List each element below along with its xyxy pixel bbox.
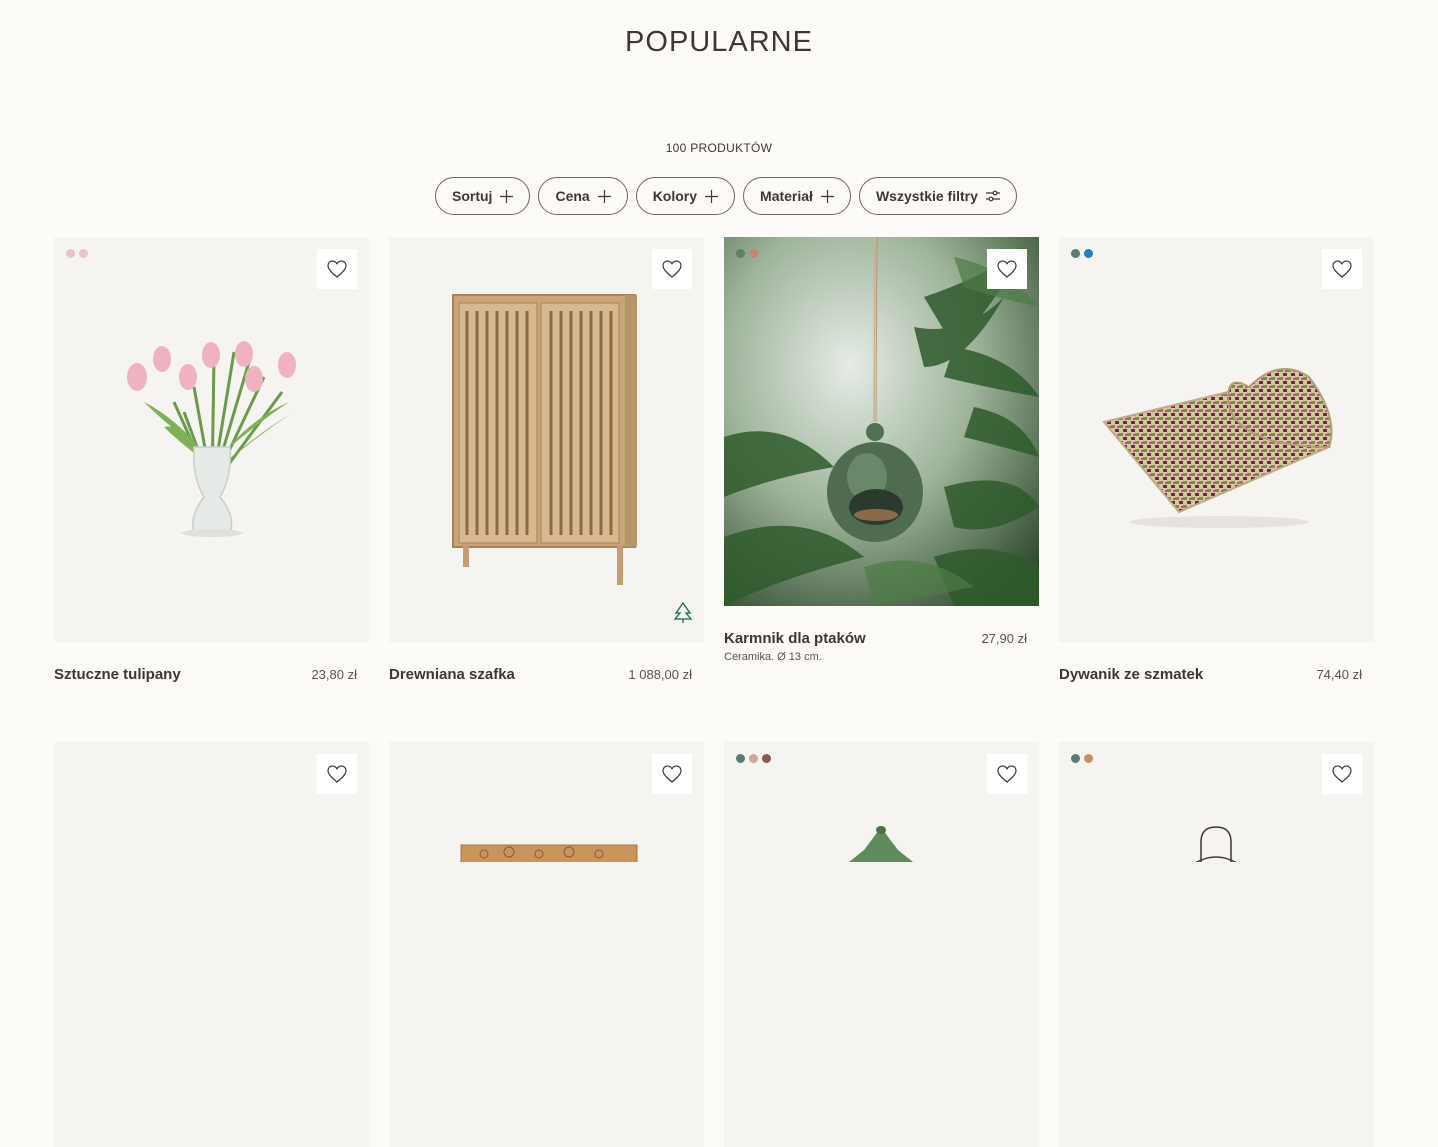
ceramic-roof-illustration	[848, 826, 914, 862]
heart-icon	[997, 260, 1017, 278]
all-filters-label: Wszystkie filtry	[875, 188, 978, 204]
fsc-tree-icon	[673, 601, 693, 623]
product-card[interactable]	[724, 742, 1039, 1147]
wishlist-button[interactable]	[317, 754, 357, 794]
sliders-icon	[985, 190, 1000, 202]
wishlist-button[interactable]	[987, 249, 1027, 289]
product-image[interactable]	[1059, 742, 1374, 1147]
plus-icon	[705, 189, 719, 203]
colors-filter-button[interactable]: Kolory	[635, 177, 736, 215]
product-price: 27,90 zł	[981, 631, 1027, 646]
product-card[interactable]	[389, 742, 704, 1147]
color-swatches	[736, 249, 758, 258]
product-subtitle: Ceramika. Ø 13 cm.	[724, 651, 822, 663]
product-card[interactable]	[1059, 742, 1374, 1147]
tulips-illustration	[127, 341, 296, 537]
plus-icon	[820, 189, 834, 203]
product-name[interactable]: Drewniana szafka	[389, 666, 515, 683]
heart-icon	[327, 765, 347, 783]
price-filter-label: Cena	[555, 188, 590, 204]
product-image[interactable]	[54, 237, 369, 642]
fsc-badge	[672, 601, 694, 630]
product-price: 23,80 zł	[311, 667, 357, 682]
color-swatch[interactable]	[749, 249, 758, 258]
lantern-illustration	[1195, 826, 1237, 862]
color-swatch[interactable]	[736, 249, 745, 258]
all-filters-button[interactable]: Wszystkie filtry	[858, 177, 1017, 215]
product-name[interactable]: Sztuczne tulipany	[54, 666, 181, 683]
product-image[interactable]	[1059, 237, 1374, 642]
material-filter-button[interactable]: Materiał	[743, 177, 851, 215]
sort-label: Sortuj	[452, 188, 493, 204]
plus-icon	[500, 189, 514, 203]
product-image[interactable]	[389, 742, 704, 1147]
colors-filter-label: Kolory	[652, 188, 698, 204]
product-image[interactable]	[724, 237, 1039, 606]
product-card[interactable]: Drewniana szafka 1 088,00 zł	[389, 237, 704, 683]
bird-feeder-photo	[724, 237, 1039, 606]
wooden-board-illustration	[460, 844, 638, 862]
page-title: POPULARNE	[625, 26, 813, 58]
product-card[interactable]: Dywanik ze szmatek 74,40 zł	[1059, 237, 1374, 683]
product-card[interactable]: Sztuczne tulipany 23,80 zł	[54, 237, 369, 683]
rug-illustration	[1102, 368, 1333, 528]
plus-icon	[597, 189, 611, 203]
material-filter-label: Materiał	[760, 188, 813, 204]
cabinet-illustration	[452, 294, 637, 585]
product-card[interactable]	[54, 742, 369, 1147]
product-price: 1 088,00 zł	[628, 667, 692, 682]
product-price: 74,40 zł	[1316, 667, 1362, 682]
filter-bar: Sortuj Cena Kolory Materiał Wszystkie fi…	[435, 177, 1017, 215]
product-image[interactable]	[389, 237, 704, 642]
product-name[interactable]: Dywanik ze szmatek	[1059, 666, 1203, 683]
sort-button[interactable]: Sortuj	[435, 177, 531, 215]
product-name[interactable]: Karmnik dla ptaków	[724, 630, 866, 647]
product-image[interactable]	[54, 742, 369, 1147]
product-card[interactable]: Karmnik dla ptaków 27,90 zł Ceramika. Ø …	[724, 237, 1039, 663]
price-filter-button[interactable]: Cena	[538, 177, 628, 215]
product-image[interactable]	[724, 742, 1039, 1147]
product-count: 100 PRODUKTÓW	[665, 141, 773, 155]
